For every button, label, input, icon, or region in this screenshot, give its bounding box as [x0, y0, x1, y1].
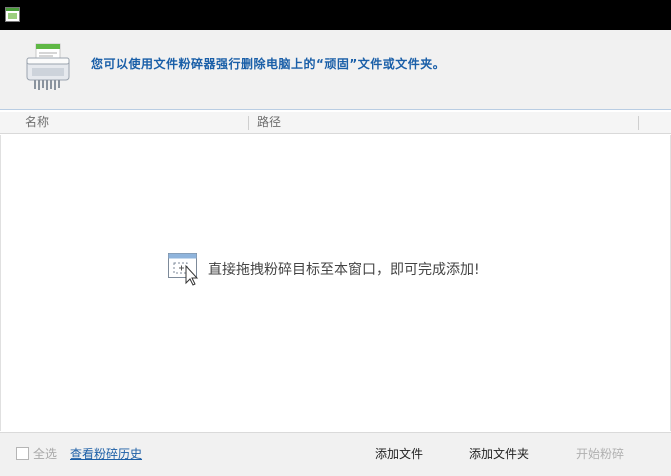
- file-list[interactable]: 直接拖拽粉碎目标至本窗口，即可完成添加!: [0, 135, 671, 431]
- add-folder-button[interactable]: 添加文件夹: [469, 445, 529, 462]
- select-all-label[interactable]: 全选: [33, 445, 57, 462]
- app-window-icon: [5, 7, 20, 22]
- title-bar: [0, 0, 671, 30]
- select-all-checkbox[interactable]: [16, 447, 29, 460]
- footer-bar: 全选 查看粉碎历史 添加文件 添加文件夹 开始粉碎: [0, 432, 671, 476]
- info-banner: 您可以使用文件粉碎器强行删除电脑上的“顽固”文件或文件夹。: [0, 30, 671, 110]
- column-header: 名称 路径: [0, 112, 671, 134]
- banner-text: 您可以使用文件粉碎器强行删除电脑上的“顽固”文件或文件夹。: [91, 57, 446, 71]
- empty-hint-text: 直接拖拽粉碎目标至本窗口，即可完成添加!: [208, 262, 480, 278]
- drag-drop-icon: [168, 253, 199, 286]
- add-file-button[interactable]: 添加文件: [375, 445, 423, 462]
- column-path-header[interactable]: 路径: [257, 112, 281, 134]
- column-divider[interactable]: [248, 116, 249, 130]
- view-history-link[interactable]: 查看粉碎历史: [70, 445, 142, 462]
- empty-hint: 直接拖拽粉碎目标至本窗口，即可完成添加!: [167, 252, 480, 286]
- shredder-icon: [26, 43, 70, 90]
- column-divider[interactable]: [638, 116, 639, 130]
- column-name-header[interactable]: 名称: [25, 112, 49, 134]
- start-shred-button[interactable]: 开始粉碎: [576, 445, 624, 462]
